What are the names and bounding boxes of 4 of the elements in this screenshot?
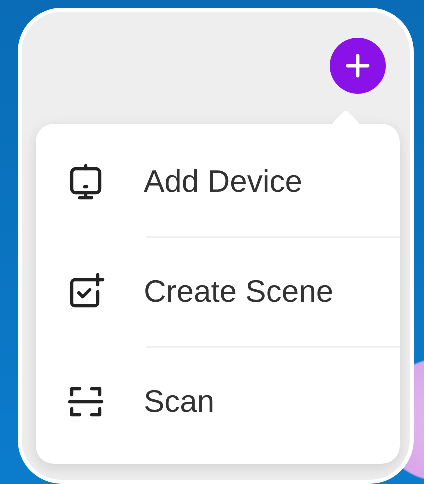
menu-item[interactable]: Scan [66, 348, 215, 456]
menu-item[interactable]: Add Device [66, 128, 303, 236]
menu-item[interactable]: Create Scene [66, 238, 334, 346]
plus-icon [345, 53, 371, 79]
